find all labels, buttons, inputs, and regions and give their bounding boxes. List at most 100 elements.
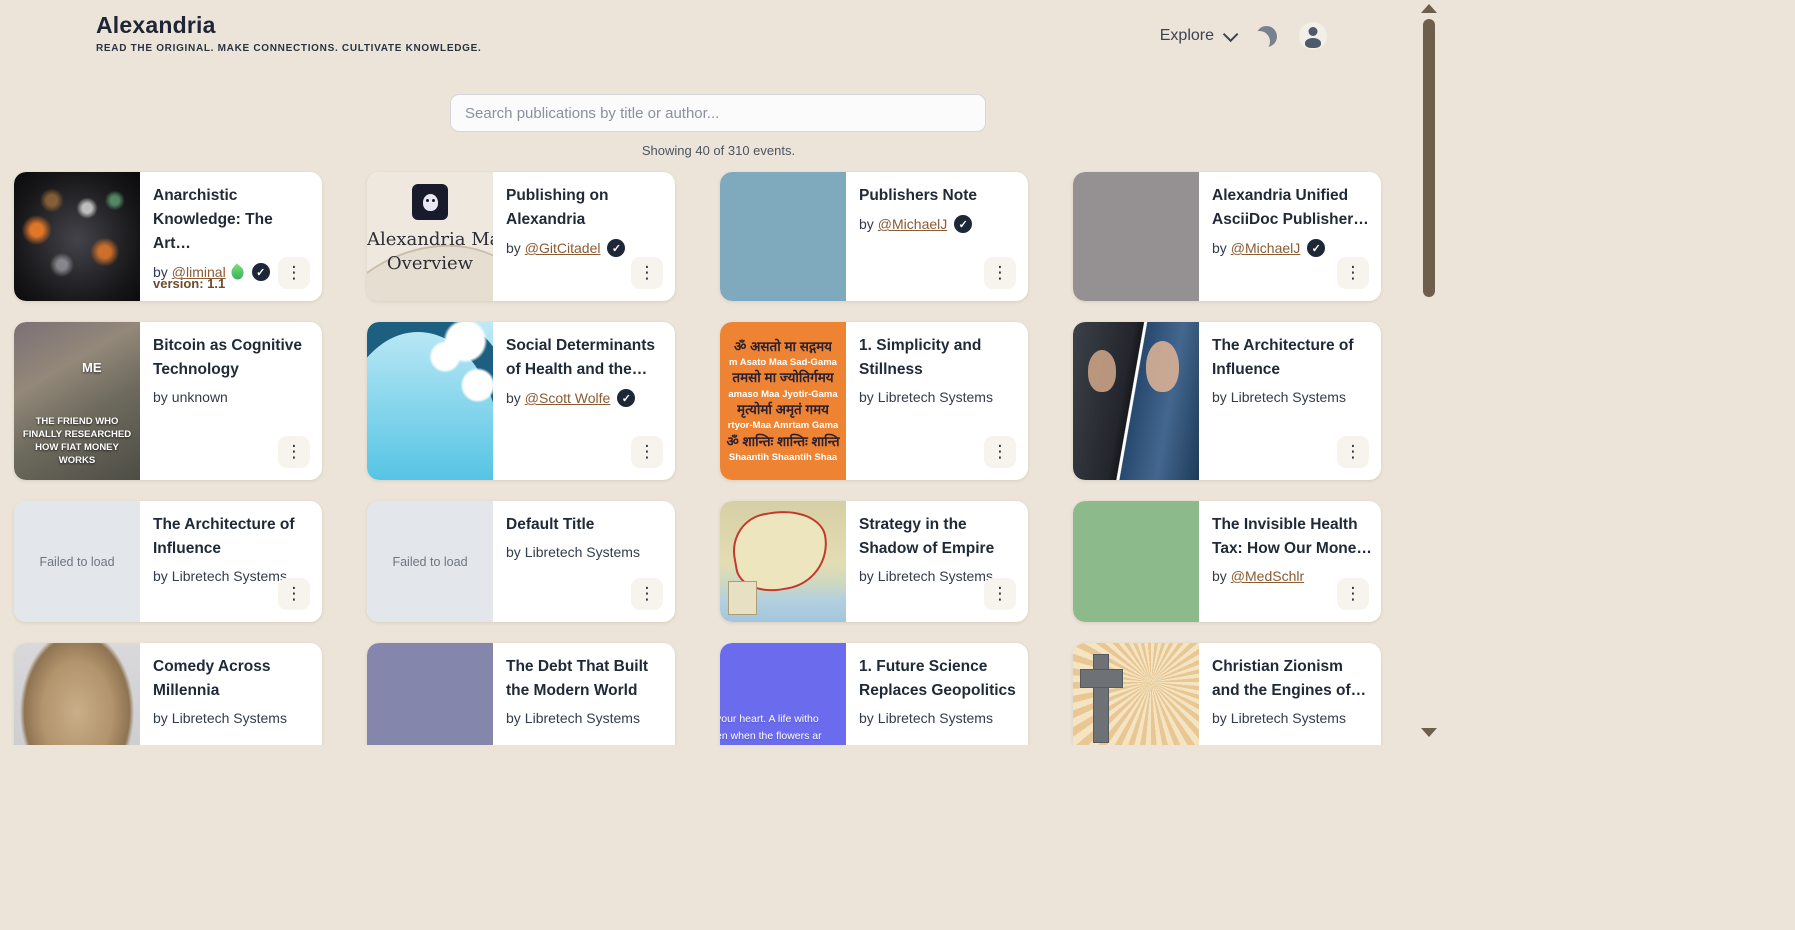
theme-toggle-moon-icon[interactable]	[1256, 26, 1277, 47]
publication-card[interactable]: The Debt That Built the Modern World by …	[367, 643, 675, 745]
card-menu-button[interactable]: ⋮	[631, 578, 663, 610]
publication-card[interactable]: Christian Zionism and the Engines of… by…	[1073, 643, 1381, 745]
publication-title: Comedy Across Millennia	[153, 655, 314, 703]
publication-title: Default Title	[506, 513, 667, 537]
publication-card[interactable]: Anarchistic Knowledge: The Art… by @limi…	[14, 172, 322, 301]
by-label: by	[1212, 710, 1227, 726]
publication-title: Alexandria Unified AsciiDoc Publisher…	[1212, 184, 1373, 232]
author-name: Libretech Systems	[525, 544, 640, 560]
publication-author: by @Scott Wolfe ✓	[506, 389, 667, 407]
search-bar	[450, 94, 986, 132]
publication-card[interactable]: Social Determinants of Health and the… b…	[367, 322, 675, 480]
publication-card[interactable]: Alexandria Unified AsciiDoc Publisher… b…	[1073, 172, 1381, 301]
card-menu-button[interactable]: ⋮	[1337, 436, 1369, 468]
publication-title: The Architecture of Influence	[153, 513, 314, 561]
explore-menu[interactable]: Explore	[1160, 27, 1234, 45]
publication-title: Bitcoin as Cognitive Technology	[153, 334, 314, 382]
scrollbar-up-arrow[interactable]	[1421, 4, 1437, 13]
verified-badge-icon: ✓	[617, 389, 635, 407]
by-label: by	[153, 389, 168, 405]
alexandria-logo-icon	[412, 184, 448, 220]
publication-card[interactable]: Failed to load Default Title by Libretec…	[367, 501, 675, 622]
publication-author: by Libretech Systems	[153, 710, 314, 726]
explore-label: Explore	[1160, 27, 1214, 45]
verified-badge-icon: ✓	[954, 215, 972, 233]
card-menu-button[interactable]: ⋮	[1337, 257, 1369, 289]
author-link[interactable]: @MedSchlr	[1231, 568, 1304, 584]
publication-title: Christian Zionism and the Engines of…	[1212, 655, 1373, 703]
publication-thumbnail: ME THE FRIEND WHO FINALLY RESEARCHED HOW…	[14, 322, 140, 480]
publications-grid: Anarchistic Knowledge: The Art… by @limi…	[14, 172, 1381, 745]
results-count: Showing 40 of 310 events.	[0, 143, 1437, 158]
sanskrit-line: ॐ असतो मा सद्गमय	[734, 338, 832, 356]
sanskrit-line: ॐ शान्तिः शान्तिः शान्ति	[726, 433, 839, 451]
card-menu-button[interactable]: ⋮	[278, 257, 310, 289]
publication-title: Strategy in the Shadow of Empire	[859, 513, 1020, 561]
author-link[interactable]: @GitCitadel	[525, 240, 601, 256]
publication-thumbnail	[14, 643, 140, 745]
by-label: by	[506, 240, 521, 256]
publication-card[interactable]: Comedy Across Millennia by Libretech Sys…	[14, 643, 322, 745]
publication-thumbnail	[367, 322, 493, 480]
publication-title: 1. Future Science Replaces Geopolitics	[859, 655, 1020, 703]
verified-badge-icon: ✓	[1307, 239, 1325, 257]
card-menu-button[interactable]: ⋮	[984, 578, 1016, 610]
author-name: Libretech Systems	[1231, 389, 1346, 405]
author-name: Libretech Systems	[172, 568, 287, 584]
card-menu-button[interactable]: ⋮	[631, 257, 663, 289]
by-label: by	[859, 216, 874, 232]
thumbnail-text: Alexandria Main Edi	[367, 228, 493, 252]
card-menu-button[interactable]: ⋮	[984, 436, 1016, 468]
app-tagline: READ THE ORIGINAL. MAKE CONNECTIONS. CUL…	[96, 43, 481, 54]
by-label: by	[506, 710, 521, 726]
sanskrit-line: amaso Maa Jyotir-Gama	[728, 388, 837, 401]
by-label: by	[153, 710, 168, 726]
thumbnail-text: Overview	[367, 252, 493, 276]
card-menu-button[interactable]: ⋮	[278, 436, 310, 468]
publication-thumbnail	[1073, 501, 1199, 622]
by-label: by	[506, 544, 521, 560]
publication-thumbnail	[1073, 172, 1199, 301]
card-menu-button[interactable]: ⋮	[278, 578, 310, 610]
publication-card[interactable]: ME THE FRIEND WHO FINALLY RESEARCHED HOW…	[14, 322, 322, 480]
publication-title: Publishers Note	[859, 184, 1020, 208]
publication-card[interactable]: your heart. A life witho en when the flo…	[720, 643, 1028, 745]
publication-thumbnail	[720, 501, 846, 622]
publication-card[interactable]: Strategy in the Shadow of Empire by Libr…	[720, 501, 1028, 622]
card-menu-button[interactable]: ⋮	[631, 436, 663, 468]
publication-author: by unknown	[153, 389, 314, 405]
publication-card[interactable]: Publishers Note by @MichaelJ ✓ ⋮	[720, 172, 1028, 301]
sanskrit-line: तमसो मा ज्योतिर्गमय	[732, 369, 833, 387]
author-link[interactable]: @Scott Wolfe	[525, 390, 611, 406]
author-link[interactable]: @MichaelJ	[878, 216, 947, 232]
by-label: by	[506, 390, 521, 406]
publication-thumbnail: Failed to load	[367, 501, 493, 622]
verified-badge-icon: ✓	[252, 263, 270, 281]
failed-to-load-label: Failed to load	[392, 555, 467, 569]
sanskrit-line: m Asato Maa Sad-Gama	[729, 356, 837, 369]
quote-line: en when the flowers ar	[720, 728, 846, 744]
publication-author: by Libretech Systems	[506, 710, 667, 726]
publication-card[interactable]: ॐ असतो मा सद्गमय m Asato Maa Sad-Gama तम…	[720, 322, 1028, 480]
publication-title: Anarchistic Knowledge: The Art…	[153, 184, 314, 256]
publication-card[interactable]: Alexandria Main Edi Overview Publishing …	[367, 172, 675, 301]
publication-card[interactable]: Failed to load The Architecture of Influ…	[14, 501, 322, 622]
failed-to-load-label: Failed to load	[39, 555, 114, 569]
scrollbar-thumb[interactable]	[1423, 19, 1435, 297]
search-input[interactable]	[450, 94, 986, 132]
app-title: Alexandria	[96, 12, 216, 39]
meme-label: ME	[82, 360, 102, 375]
user-avatar-icon[interactable]	[1299, 22, 1327, 50]
feather-icon	[228, 263, 246, 281]
card-menu-button[interactable]: ⋮	[984, 257, 1016, 289]
card-menu-button[interactable]: ⋮	[1337, 578, 1369, 610]
publication-card[interactable]: The Architecture of Influence by Librete…	[1073, 322, 1381, 480]
publication-card[interactable]: The Invisible Health Tax: How Our Mone… …	[1073, 501, 1381, 622]
publication-author: by Libretech Systems	[859, 389, 1020, 405]
chevron-down-icon	[1223, 26, 1239, 42]
author-link[interactable]: @MichaelJ	[1231, 240, 1300, 256]
author-name: unknown	[172, 389, 228, 405]
scrollbar-down-arrow[interactable]	[1421, 728, 1437, 737]
publication-title: The Architecture of Influence	[1212, 334, 1373, 382]
author-name: Libretech Systems	[1231, 710, 1346, 726]
